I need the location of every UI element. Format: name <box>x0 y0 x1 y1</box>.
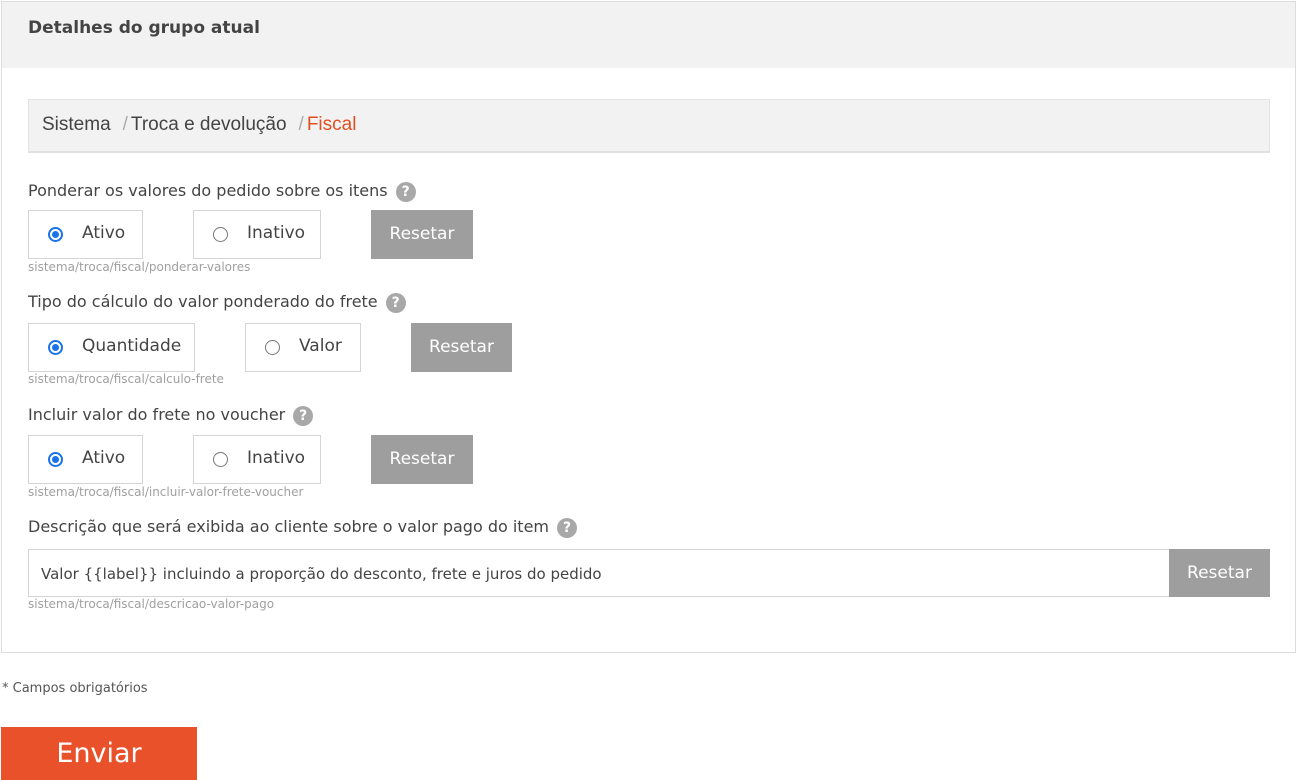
config-key-path: sistema/troca/fiscal/ponderar-valores <box>28 260 251 274</box>
breadcrumb: Sistema / Troca e devolução / Fiscal <box>28 99 1270 153</box>
breadcrumb-item-fiscal: Fiscal <box>306 114 357 135</box>
field-label-incluir-frete: Incluir valor do frete no voucher? <box>28 405 314 426</box>
field-label-text: Tipo do cálculo do valor ponderado do fr… <box>28 292 378 311</box>
field-label-ponderar-valores: Ponderar os valores do pedido sobre os i… <box>28 181 416 202</box>
radio-unchecked-icon <box>213 227 228 242</box>
group-details-panel: Detalhes do grupo atual Sistema / Troca e … <box>1 1 1296 653</box>
breadcrumb-separator: / <box>122 114 128 135</box>
field-label-descricao: Descrição que será exibida ao cliente so… <box>28 517 578 538</box>
radio-unchecked-icon <box>265 340 280 355</box>
field-label-text: Incluir valor do frete no voucher <box>28 405 286 424</box>
radio-ativo-voucher[interactable]: Ativo <box>28 435 143 484</box>
radio-checked-icon <box>48 340 63 355</box>
required-fields-note: * Campos obrigatórios <box>2 681 148 696</box>
reset-button-ponderar[interactable]: Resetar <box>371 210 473 259</box>
radio-label: Inativo <box>247 448 306 468</box>
radio-quantidade[interactable]: Quantidade <box>28 323 195 372</box>
help-icon[interactable]: ? <box>395 181 416 202</box>
radio-inativo-voucher[interactable]: Inativo <box>193 435 321 484</box>
radio-label: Inativo <box>247 223 306 243</box>
submit-button[interactable]: Enviar <box>1 727 197 780</box>
panel-title: Detalhes do grupo atual <box>28 18 260 38</box>
panel-header: Detalhes do grupo atual <box>2 2 1295 68</box>
config-key-path: sistema/troca/fiscal/calculo-frete <box>28 372 224 386</box>
breadcrumb-separator: / <box>298 114 304 135</box>
reset-button-voucher[interactable]: Resetar <box>371 435 473 484</box>
radio-label: Quantidade <box>82 336 182 356</box>
radio-valor[interactable]: Valor <box>245 323 361 372</box>
config-key-path: sistema/troca/fiscal/descricao-valor-pag… <box>28 597 275 611</box>
radio-label: Ativo <box>82 448 126 468</box>
breadcrumb-item-troca-devolucao[interactable]: Troca e devolução <box>131 114 287 135</box>
config-key-path: sistema/troca/fiscal/incluir-valor-frete… <box>28 485 304 499</box>
help-icon[interactable]: ? <box>293 405 314 426</box>
reset-button-descricao[interactable]: Resetar <box>1169 549 1270 597</box>
field-label-calculo-frete: Tipo do cálculo do valor ponderado do fr… <box>28 292 406 313</box>
description-input[interactable]: Valor {{label}} incluindo a proporção do… <box>28 549 1170 597</box>
help-icon[interactable]: ? <box>557 517 578 538</box>
radio-label: Ativo <box>82 223 126 243</box>
field-label-text: Descrição que será exibida ao cliente so… <box>28 517 550 536</box>
radio-ativo-ponderar[interactable]: Ativo <box>28 210 143 259</box>
breadcrumb-item-sistema[interactable]: Sistema <box>42 114 111 135</box>
help-icon[interactable]: ? <box>385 292 406 313</box>
radio-inativo-ponderar[interactable]: Inativo <box>193 210 321 259</box>
reset-button-calculo-frete[interactable]: Resetar <box>411 323 512 372</box>
field-label-text: Ponderar os valores do pedido sobre os i… <box>28 181 388 200</box>
radio-unchecked-icon <box>213 452 228 467</box>
radio-checked-icon <box>48 227 63 242</box>
radio-checked-icon <box>48 452 63 467</box>
radio-label: Valor <box>299 336 342 356</box>
